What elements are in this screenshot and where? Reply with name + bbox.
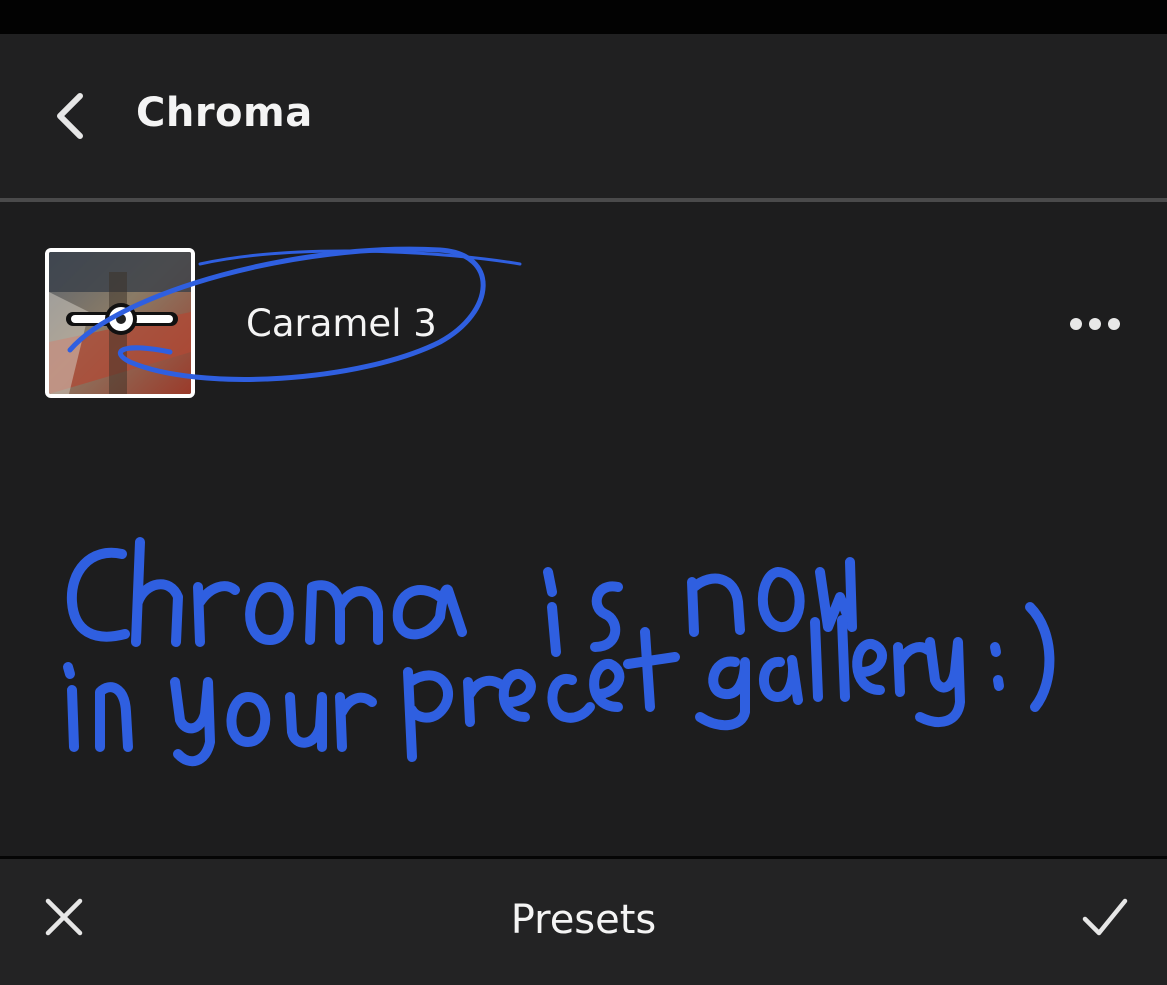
bottom-bar-title: Presets	[510, 897, 657, 943]
status-bar	[0, 0, 1167, 34]
back-button[interactable]	[40, 84, 100, 148]
page-title: Chroma	[136, 90, 313, 136]
preset-list: Caramel 3	[0, 202, 1167, 852]
bottom-action-bar: Presets	[0, 856, 1167, 985]
top-app-bar: Chroma	[0, 34, 1167, 198]
confirm-button[interactable]	[1075, 889, 1135, 945]
checkmark-icon	[1082, 898, 1128, 936]
chevron-left-icon	[57, 93, 83, 139]
thumbnail-image	[49, 252, 191, 394]
preset-name: Caramel 3	[246, 302, 437, 345]
more-horizontal-icon	[1070, 318, 1120, 330]
preset-item[interactable]: Caramel 3	[0, 246, 1167, 398]
more-options-button[interactable]	[1060, 304, 1130, 344]
preset-thumbnail	[45, 248, 195, 398]
preset-screen: Chroma Caramel 3 Presets	[0, 34, 1167, 985]
